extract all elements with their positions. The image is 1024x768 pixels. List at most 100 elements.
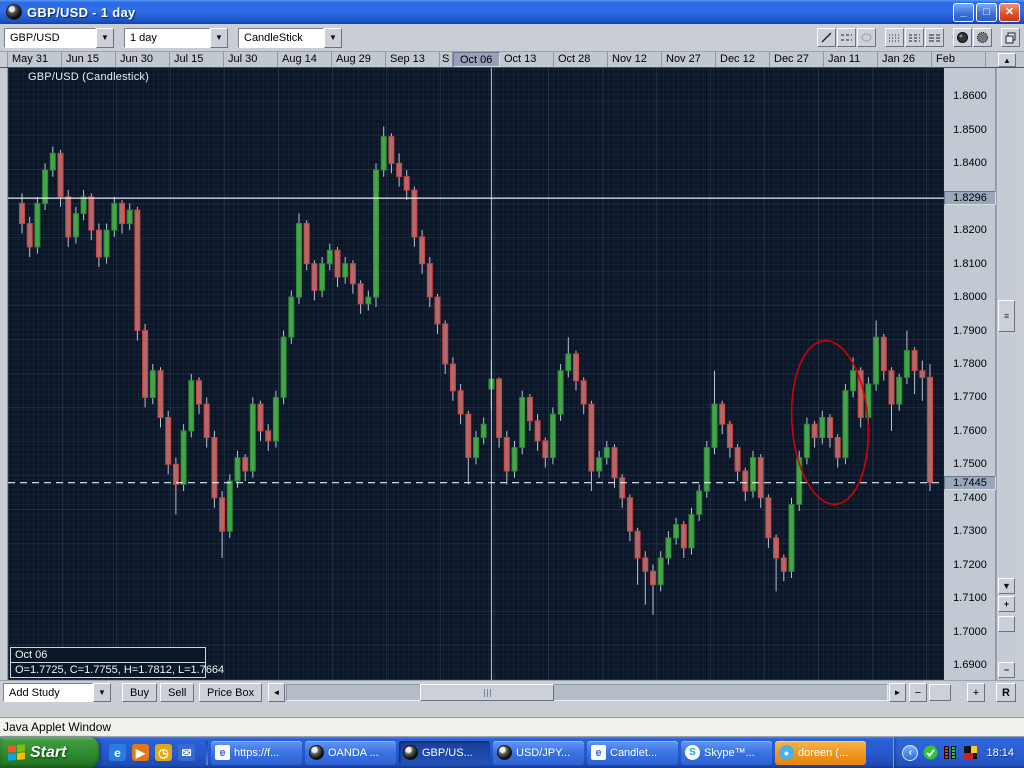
window-bottom-edge: [0, 704, 1024, 718]
vertical-zoom-out-button[interactable]: −: [998, 662, 1015, 678]
close-button[interactable]: ✕: [999, 2, 1020, 22]
dotted-circle-icon[interactable]: [973, 28, 992, 47]
grid-dots-icon[interactable]: [885, 28, 904, 47]
date-tick[interactable]: May 31: [8, 52, 62, 67]
hline-tool-icon[interactable]: [837, 28, 856, 47]
app-icon: [6, 4, 22, 20]
cascade-windows-icon[interactable]: [1001, 28, 1020, 47]
minimize-button[interactable]: _: [953, 2, 974, 22]
date-tick[interactable]: Jul 30: [224, 52, 278, 67]
taskbar-button[interactable]: S Skype™...: [681, 740, 772, 765]
add-study-value: Add Study: [3, 683, 93, 702]
date-tick[interactable]: Oct 28: [554, 52, 608, 67]
price-box-button[interactable]: Price Box: [199, 683, 263, 702]
pair-dropdown[interactable]: GBP/USD ▼: [4, 27, 114, 48]
grid-lines-icon[interactable]: [925, 28, 944, 47]
price-tick: 1.8500: [953, 123, 987, 136]
sell-button[interactable]: Sell: [160, 683, 195, 702]
date-tick[interactable]: Nov 12: [608, 52, 662, 67]
vertical-zoom-in-button[interactable]: +: [998, 596, 1015, 612]
scroll-up-button[interactable]: ▲: [998, 53, 1016, 67]
add-study-dropdown[interactable]: Add Study ▼: [3, 683, 111, 703]
price-tick: 1.7200: [953, 558, 987, 571]
task-buttons: e https://f... OANDA ... GBP/US... USD/JPY..…: [211, 740, 893, 765]
media-player-icon[interactable]: ▶: [132, 744, 149, 761]
hide-icons-chevron-icon[interactable]: ‹: [902, 744, 919, 761]
date-tick[interactable]: Jun 30: [116, 52, 170, 67]
taskbar-button[interactable]: OANDA ...: [305, 740, 396, 765]
title-bar: GBP/USD - 1 day _ □ ✕: [0, 0, 1024, 24]
taskbar-button-label: GBP/US...: [422, 746, 473, 759]
date-tick[interactable]: Jan 26: [878, 52, 932, 67]
horizontal-scrollbar[interactable]: [286, 684, 888, 701]
chevron-down-icon[interactable]: ▼: [210, 27, 228, 48]
taskbar-button[interactable]: e Candlet...: [587, 740, 678, 765]
taskbar-button[interactable]: USD/JPY...: [493, 740, 584, 765]
date-tick[interactable]: Feb: [932, 52, 986, 67]
sphere-icon: [497, 745, 512, 760]
interval-dropdown[interactable]: 1 day ▼: [124, 27, 228, 48]
price-tick: 1.7000: [953, 625, 987, 638]
taskbar-button[interactable]: ● doreen (...: [775, 740, 866, 765]
price-tick: 1.6900: [953, 658, 987, 671]
scroll-left-button[interactable]: ◄: [268, 683, 285, 702]
info-ohlc: O=1.7725, C=1.7755, H=1.7812, L=1.7664: [15, 664, 225, 676]
horizontal-zoom-slider[interactable]: [929, 684, 951, 701]
chat-icon: ●: [779, 745, 794, 760]
chevron-down-icon[interactable]: ▼: [96, 27, 114, 48]
date-tick[interactable]: Dec 27: [770, 52, 824, 67]
start-button[interactable]: Start: [0, 737, 99, 768]
reset-button[interactable]: R: [996, 683, 1016, 702]
date-tick[interactable]: Jun 15: [62, 52, 116, 67]
date-tick[interactable]: Dec 12: [716, 52, 770, 67]
pair-dropdown-value: GBP/USD: [4, 27, 96, 48]
taskbar-button[interactable]: GBP/US...: [399, 740, 490, 765]
date-tick[interactable]: Nov 27: [662, 52, 716, 67]
vertical-scrollbar-thumb[interactable]: ≡: [998, 300, 1015, 332]
line-tool-icon[interactable]: [817, 28, 836, 47]
info-date: Oct 06: [11, 648, 205, 663]
horizontal-zoom-in-button[interactable]: +: [967, 683, 985, 702]
meter-icon[interactable]: [943, 745, 958, 760]
date-tick[interactable]: Sep 13: [386, 52, 440, 67]
date-tick-selected[interactable]: Oct 06: [453, 52, 500, 67]
price-tick: 1.7900: [953, 324, 987, 337]
price-axis[interactable]: 1.86001.85001.84001.83001.82001.81001.80…: [944, 68, 996, 680]
horizontal-zoom-out-button[interactable]: −: [909, 683, 927, 702]
date-tick[interactable]: Oct 13: [500, 52, 554, 67]
vertical-scrollbar[interactable]: ≡ ▼ + −: [996, 68, 1016, 680]
date-tick[interactable]: S: [440, 52, 453, 67]
price-tick: 1.8400: [953, 157, 987, 170]
date-tick[interactable]: Jan 11: [824, 52, 878, 67]
left-border: [0, 68, 8, 680]
skype-status-icon[interactable]: [923, 745, 938, 760]
buy-button[interactable]: Buy: [122, 683, 157, 702]
date-tick[interactable]: Aug 14: [278, 52, 332, 67]
ellipse-tool-icon[interactable]: [857, 28, 876, 47]
date-tick[interactable]: Aug 29: [332, 52, 386, 67]
taskbar-button[interactable]: e https://f...: [211, 740, 302, 765]
vertical-zoom-slider[interactable]: [998, 616, 1015, 632]
chevron-down-icon[interactable]: ▼: [324, 27, 342, 48]
clock-icon[interactable]: ◷: [155, 744, 172, 761]
taskbar: Start e ▶ ◷ ✉ e https://f... OANDA ... GBP/US.…: [0, 737, 1024, 768]
ie-icon[interactable]: e: [109, 744, 126, 761]
sphere-icon: [309, 745, 324, 760]
horizontal-scrollbar-thumb[interactable]: [420, 684, 554, 701]
date-tick[interactable]: Jul 15: [170, 52, 224, 67]
maximize-button[interactable]: □: [976, 2, 997, 22]
tray-app-icon[interactable]: [963, 745, 978, 760]
date-axis[interactable]: May 31 Jun 15 Jun 30 Jul 15 Jul 30 Aug 14 Aug …: [0, 52, 1024, 68]
charttype-dropdown[interactable]: CandleStick ▼: [238, 27, 342, 48]
scroll-down-button[interactable]: ▼: [998, 578, 1015, 594]
scroll-right-button[interactable]: ►: [889, 683, 906, 702]
candlestick-plot[interactable]: GBP/USD (Candlestick) Oct 06 O=1.7725, C…: [8, 68, 944, 680]
grid-dashes-icon[interactable]: [905, 28, 924, 47]
windows-logo-icon: [8, 744, 25, 761]
sphere-icon: [403, 745, 418, 760]
solid-circle-icon[interactable]: [953, 28, 972, 47]
taskbar-clock: 18:14: [986, 746, 1014, 759]
chevron-down-icon[interactable]: ▼: [93, 683, 111, 702]
mail-icon[interactable]: ✉: [178, 744, 195, 761]
page-icon: e: [215, 745, 230, 760]
